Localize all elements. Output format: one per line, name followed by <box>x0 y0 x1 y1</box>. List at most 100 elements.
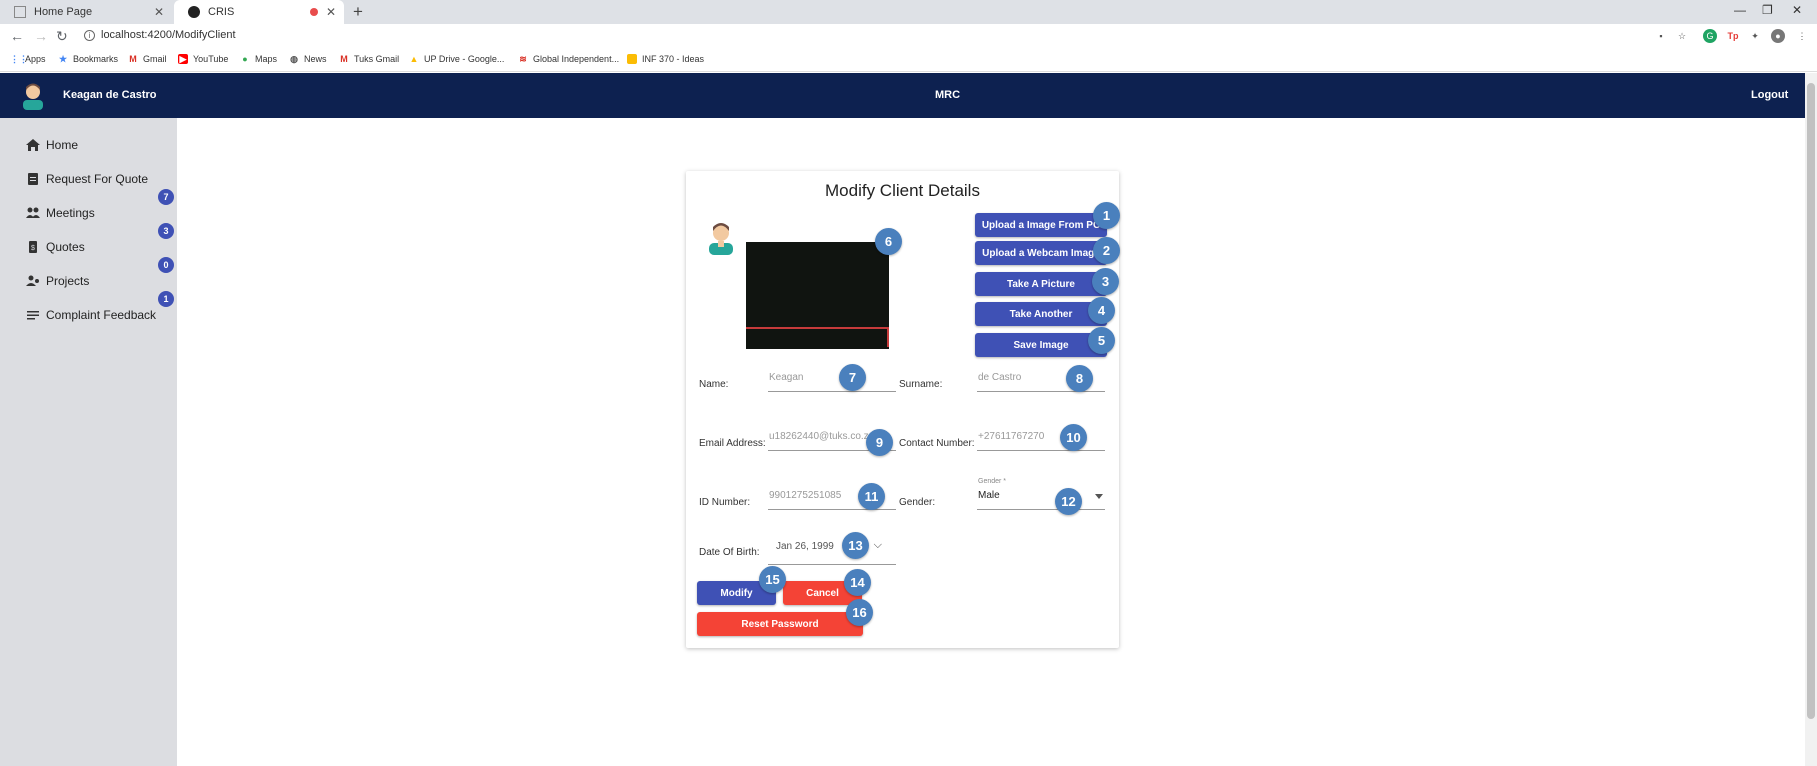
gmail-icon: M <box>340 54 348 64</box>
close-icon[interactable]: ✕ <box>154 5 164 19</box>
globe-icon: ◍ <box>290 54 298 64</box>
upload-from-pc-button[interactable]: Upload a Image From PC <box>975 213 1107 237</box>
chevron-down-icon[interactable]: ⌵ <box>874 539 882 552</box>
preview-detail <box>746 327 889 347</box>
bookmark-inf370[interactable]: INF 370 - Ideas <box>627 54 704 64</box>
sidebar-item-home[interactable]: Home <box>26 138 78 152</box>
webcam-preview <box>746 242 889 349</box>
bookmarks-bar: ⋮⋮ Apps ★ Bookmarks M Gmail ▶ YouTube ● Maps … <box>0 50 1817 72</box>
name-label: Name: <box>699 379 729 390</box>
forward-icon[interactable]: → <box>34 28 48 44</box>
camera-icon[interactable]: ▪ <box>1654 29 1668 43</box>
bookmark-up-drive[interactable]: ▲ UP Drive - Google... <box>409 54 505 64</box>
username: Keagan de Castro <box>63 89 157 101</box>
sidebar: Home Request For Quote Meetings $ Quotes… <box>0 118 177 766</box>
meetings-badge: 7 <box>158 189 174 205</box>
logout-button[interactable]: Logout <box>1751 89 1788 101</box>
bookmark-bookmarks[interactable]: ★ Bookmarks <box>58 54 118 64</box>
marker-2: 2 <box>1093 237 1120 264</box>
projects-badge: 0 <box>158 257 174 273</box>
marker-4: 4 <box>1088 297 1115 324</box>
minimize-icon[interactable]: — <box>1734 3 1746 17</box>
profile-icon[interactable]: ● <box>1771 29 1785 43</box>
date-of-birth-label: Date Of Birth: <box>699 547 760 558</box>
person-gear-icon <box>26 275 39 286</box>
list-icon <box>27 311 39 320</box>
marker-15: 15 <box>759 566 786 593</box>
star-icon: ★ <box>58 54 68 64</box>
modify-client-card: Modify Client Details Upload a Image Fro… <box>686 171 1119 648</box>
page-scrollbar[interactable] <box>1805 73 1817 766</box>
reload-icon[interactable]: ↻ <box>56 28 68 45</box>
gender-float-label: Gender * <box>978 478 1007 485</box>
marker-7: 7 <box>839 364 866 391</box>
marker-3: 3 <box>1092 268 1119 295</box>
gender-label: Gender: <box>899 497 936 508</box>
take-picture-button[interactable]: Take A Picture <box>975 272 1107 296</box>
star-icon[interactable]: ☆ <box>1675 29 1689 43</box>
bookmark-news[interactable]: ◍ News <box>289 54 326 64</box>
home-icon <box>26 139 40 151</box>
drive-icon: ▲ <box>409 54 419 64</box>
back-icon[interactable]: ← <box>10 28 24 44</box>
restore-icon[interactable]: ❐ <box>1762 3 1773 17</box>
take-another-button[interactable]: Take Another <box>975 302 1107 326</box>
logo-icon: ≋ <box>519 54 527 64</box>
svg-text:$: $ <box>31 245 35 252</box>
folder-icon <box>627 54 637 64</box>
extensions-icon[interactable]: ✦ <box>1748 29 1762 43</box>
info-icon[interactable]: i <box>84 30 95 41</box>
app-name: MRC <box>935 89 961 101</box>
complaint-feedback-badge: 1 <box>158 291 174 307</box>
id-number-label: ID Number: <box>699 497 751 508</box>
marker-10: 10 <box>1060 424 1087 451</box>
tab-cris[interactable]: CRIS ✕ <box>174 0 344 24</box>
sidebar-item-quotes[interactable]: $ Quotes <box>26 240 85 254</box>
sidebar-item-complaint-feedback[interactable]: Complaint Feedback <box>26 308 156 322</box>
browser-tab-bar: Home Page ✕ CRIS ✕ + — ❐ ✕ <box>0 0 1817 24</box>
sidebar-item-projects[interactable]: Projects <box>26 274 89 288</box>
tab-title: CRIS <box>208 6 235 18</box>
quotes-badge: 3 <box>158 223 174 239</box>
reset-password-button[interactable]: Reset Password <box>697 612 863 636</box>
bookmark-tuks-gmail[interactable]: M Tuks Gmail <box>339 54 399 64</box>
extension-tp-icon[interactable]: Tp <box>1726 29 1740 43</box>
surname-label: Surname: <box>899 379 943 390</box>
bookmark-global-independent[interactable]: ≋ Global Independent... <box>518 54 619 64</box>
scrollbar-thumb[interactable] <box>1807 83 1815 719</box>
menu-icon[interactable]: ⋮ <box>1795 29 1809 43</box>
save-image-button[interactable]: Save Image <box>975 333 1107 357</box>
upload-webcam-button[interactable]: Upload a Webcam Image <box>975 241 1107 265</box>
address-bar[interactable]: localhost:4200/ModifyClient <box>101 29 236 41</box>
marker-16: 16 <box>846 599 873 626</box>
bookmark-maps[interactable]: ● Maps <box>240 54 277 64</box>
client-avatar-icon <box>709 223 733 255</box>
user-avatar-icon[interactable] <box>20 80 46 110</box>
new-tab-icon[interactable]: + <box>353 2 363 22</box>
marker-5: 5 <box>1088 327 1115 354</box>
people-icon <box>26 207 40 218</box>
bookmark-apps[interactable]: ⋮⋮ Apps <box>10 54 46 64</box>
marker-14: 14 <box>844 569 871 596</box>
bookmark-gmail[interactable]: M Gmail <box>128 54 166 64</box>
angular-icon <box>188 6 200 18</box>
browser-toolbar: ← → ↻ i localhost:4200/ModifyClient ▪ ☆ … <box>0 24 1817 50</box>
apps-grid-icon: ⋮⋮ <box>10 54 28 64</box>
grammarly-icon[interactable]: G <box>1703 29 1717 43</box>
sidebar-item-request-for-quote[interactable]: Request For Quote <box>26 172 148 186</box>
youtube-icon: ▶ <box>178 54 188 64</box>
sidebar-item-meetings[interactable]: Meetings <box>26 206 95 220</box>
marker-11: 11 <box>858 483 885 510</box>
recording-icon <box>310 8 318 16</box>
window-close-icon[interactable]: ✕ <box>1792 3 1802 17</box>
tab-title: Home Page <box>34 6 93 18</box>
close-icon[interactable]: ✕ <box>326 5 336 19</box>
gmail-icon: M <box>129 54 137 64</box>
page-title: Modify Client Details <box>825 181 980 200</box>
contact-number-label: Contact Number: <box>899 438 975 449</box>
tab-home-page[interactable]: Home Page ✕ <box>0 0 172 24</box>
name-field[interactable]: Keagan <box>768 368 896 392</box>
gender-select[interactable]: Gender * Male <box>977 478 1105 510</box>
date-of-birth-field[interactable]: Jan 26, 1999 ⌵ <box>768 531 896 565</box>
bookmark-youtube[interactable]: ▶ YouTube <box>178 54 228 64</box>
